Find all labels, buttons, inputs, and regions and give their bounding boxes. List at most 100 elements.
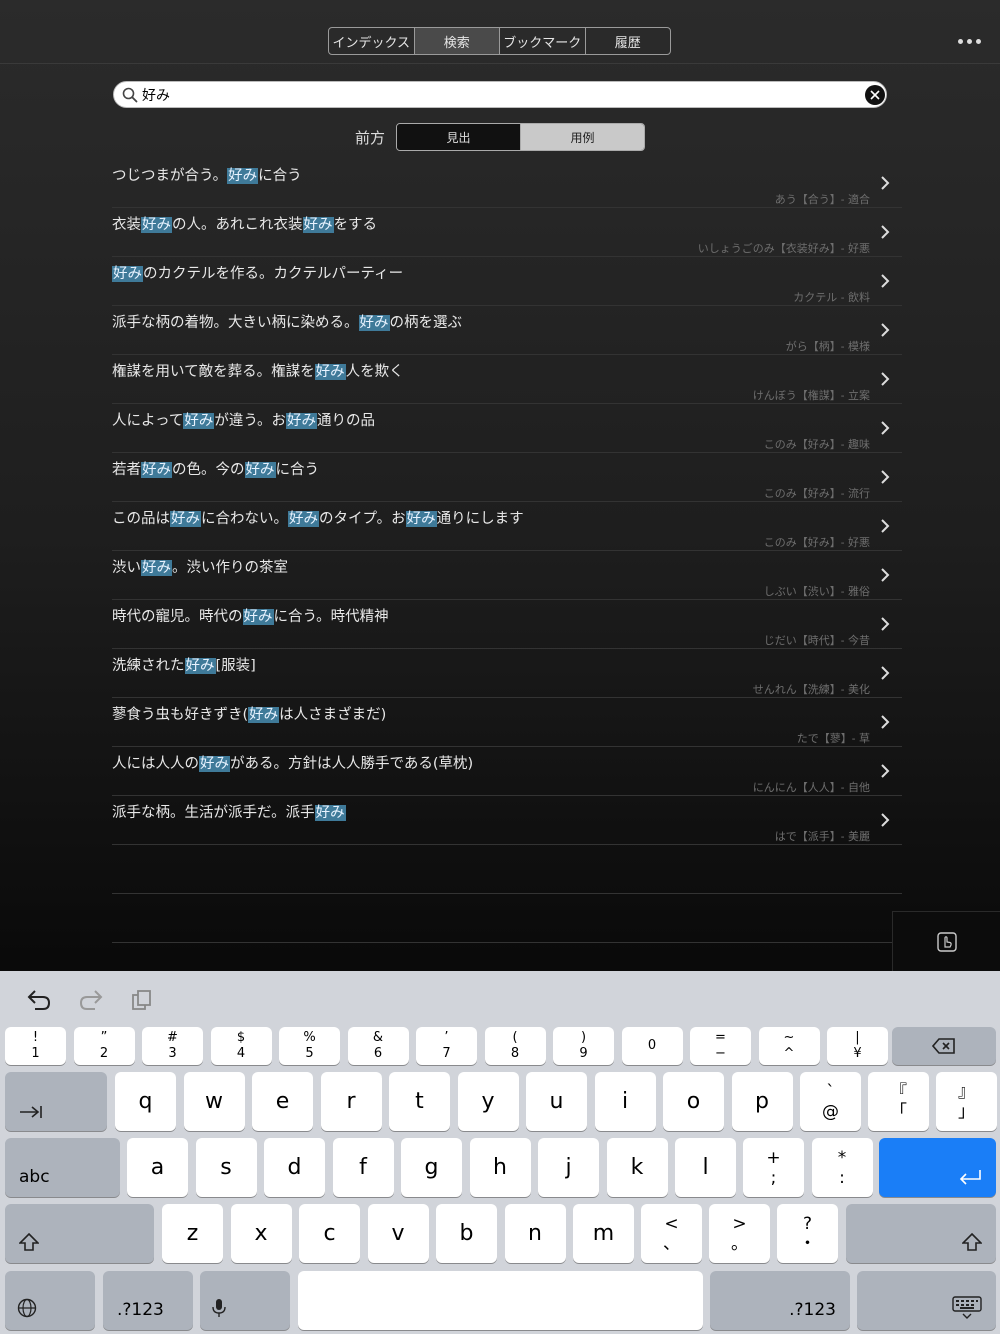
entry-source: じだい【時代】- 今昔 (763, 634, 870, 647)
key-j[interactable]: j (538, 1138, 599, 1197)
result-row[interactable]: つじつまが合う。好みに合う あう【合う】- 適合 (112, 159, 902, 208)
key-label: − (715, 1046, 726, 1061)
key-z-extra-0[interactable]: <、 (641, 1204, 702, 1263)
mode-headword[interactable]: 見出 (397, 124, 521, 150)
redo-icon[interactable] (78, 989, 104, 1011)
key-label: 『 (890, 1081, 907, 1102)
space-key[interactable] (298, 1271, 703, 1330)
key-q[interactable]: q (115, 1072, 176, 1131)
abc-key[interactable]: abc (5, 1138, 120, 1197)
tab-history[interactable]: 履歴 (586, 28, 671, 54)
result-row[interactable]: 派手な柄。生活が派手だ。派手好み はで【派手】- 美麗 (112, 796, 902, 845)
key-f[interactable]: f (332, 1138, 394, 1197)
key-z[interactable]: z (162, 1204, 223, 1263)
key-n[interactable]: n (504, 1204, 566, 1263)
key-u[interactable]: u (526, 1072, 587, 1131)
match-highlight: 好み (244, 462, 276, 478)
tab-index[interactable]: インデックス (329, 28, 415, 54)
touch-mode-button[interactable] (892, 911, 1000, 971)
key-num-9[interactable]: 0 (621, 1027, 683, 1065)
tab-bookmark[interactable]: ブックマーク (500, 28, 586, 54)
key-k[interactable]: k (606, 1138, 668, 1197)
result-row[interactable]: 時代の寵児。時代の好みに合う。時代精神 じだい【時代】- 今昔 (112, 600, 902, 649)
tab-search[interactable]: 検索 (414, 28, 500, 54)
key-s[interactable]: s (195, 1138, 257, 1197)
key-e[interactable]: e (252, 1072, 313, 1131)
key-label: u (549, 1089, 564, 1114)
key-label: 4 (236, 1046, 246, 1061)
result-row[interactable]: 人には人人の好みがある。方針は人人勝手である(草枕) にんにん【人人】- 自他 (112, 747, 902, 796)
key-num-6[interactable]: ’ 7 (416, 1027, 477, 1065)
key-label: * (837, 1147, 847, 1168)
key-num-7[interactable]: (8 (484, 1027, 546, 1065)
chevron-right-icon (881, 274, 890, 288)
key-c[interactable]: c (299, 1204, 360, 1263)
key-r[interactable]: r (320, 1072, 382, 1131)
dictation-key[interactable] (200, 1271, 290, 1330)
shift-key-right[interactable] (846, 1204, 996, 1263)
numbers-key-right[interactable]: .?123 (710, 1271, 850, 1330)
result-row[interactable]: 若者好みの色。今の好みに合う このみ【好み】- 流行 (112, 453, 902, 502)
key-num-3[interactable]: $4 (210, 1027, 272, 1065)
mode-example[interactable]: 用例 (521, 124, 644, 150)
key-a[interactable]: a (127, 1138, 188, 1197)
key-a-extra-0[interactable]: +; (743, 1138, 804, 1197)
hide-keyboard-key[interactable] (857, 1271, 996, 1330)
key-x[interactable]: x (230, 1204, 292, 1263)
delete-key[interactable] (892, 1027, 996, 1065)
key-b[interactable]: b (436, 1204, 497, 1263)
result-row[interactable]: 渋い好み。渋い作りの茶室 しぶい【渋い】- 雅俗 (112, 551, 902, 600)
key-num-2[interactable]: #3 (142, 1027, 203, 1065)
shift-key-left[interactable] (5, 1204, 154, 1263)
key-a-extra-1[interactable]: *: (811, 1138, 873, 1197)
key-h[interactable]: h (469, 1138, 531, 1197)
result-row[interactable]: 衣装好みの人。あれこれ衣装好みをする いしょうごのみ【衣装好み】- 好悪 (112, 208, 902, 257)
key-t[interactable]: t (389, 1072, 450, 1131)
key-label: 「 (890, 1101, 907, 1122)
result-row[interactable]: この品は好みに合わない。好みのタイプ。お好み通りにします このみ【好み】- 好悪 (112, 502, 902, 551)
example-text: この品は好みに合わない。好みのタイプ。お好み通りにします (112, 507, 524, 528)
key-q-extra-1[interactable]: 『「 (868, 1072, 929, 1131)
key-num-1[interactable]: ” 2 (73, 1027, 135, 1065)
result-row[interactable]: 洗練された好み[服装] せんれん【洗練】- 美化 (112, 649, 902, 698)
result-row[interactable]: 派手な柄の着物。大きい柄に染める。好みの柄を選ぶ がら【柄】- 模様 (112, 306, 902, 355)
return-key[interactable] (879, 1138, 996, 1197)
key-q-extra-0[interactable]: ` @ (800, 1072, 861, 1131)
key-v[interactable]: v (367, 1204, 429, 1263)
key-g[interactable]: g (401, 1138, 462, 1197)
result-row[interactable]: 権謀を用いて敵を葬る。権謀を好み人を欺く けんぼう【権謀】- 立案 (112, 355, 902, 404)
result-row[interactable]: 人によって好みが違う。お好み通りの品 このみ【好み】- 趣味 (112, 404, 902, 453)
key-num-11[interactable]: ~ ^ (758, 1027, 820, 1065)
key-d[interactable]: d (264, 1138, 325, 1197)
entry-source: カクテル - 飲料 (793, 291, 870, 304)
key-m[interactable]: m (573, 1204, 634, 1263)
key-w[interactable]: w (183, 1072, 245, 1131)
tab-key[interactable] (5, 1072, 107, 1131)
key-label: 、 (663, 1233, 680, 1254)
key-i[interactable]: i (594, 1072, 656, 1131)
numbers-key-left[interactable]: .?123 (103, 1271, 193, 1330)
clear-search-button[interactable] (865, 85, 885, 105)
key-l[interactable]: l (675, 1138, 736, 1197)
key-num-5[interactable]: & 6 (347, 1027, 409, 1065)
key-z-extra-2[interactable]: ? ・ (777, 1204, 838, 1263)
key-z-extra-1[interactable]: >。 (709, 1204, 770, 1263)
key-num-8[interactable]: ) 9 (553, 1027, 614, 1065)
result-row[interactable]: 好みのカクテルを作る。カクテルパーティー カクテル - 飲料 (112, 257, 902, 306)
result-row[interactable]: 蓼食う虫も好きずき(好みは人さまざまだ) たで【蓼】- 草 (112, 698, 902, 747)
key-o[interactable]: o (663, 1072, 724, 1131)
search-input[interactable] (142, 84, 842, 106)
key-num-0[interactable]: ! 1 (5, 1027, 66, 1065)
key-num-12[interactable]: | ¥ (827, 1027, 888, 1065)
key-num-10[interactable]: = − (690, 1027, 751, 1065)
more-icon[interactable] (952, 30, 986, 52)
key-q-extra-2[interactable]: 』」 (936, 1072, 997, 1131)
undo-icon[interactable] (26, 989, 52, 1011)
search-mode-segment: 見出 用例 (396, 123, 645, 151)
key-y[interactable]: y (457, 1072, 519, 1131)
globe-key[interactable] (5, 1271, 95, 1330)
paste-icon[interactable] (131, 989, 153, 1011)
key-p[interactable]: p (731, 1072, 793, 1131)
search-bar (113, 81, 887, 108)
key-num-4[interactable]: % 5 (279, 1027, 340, 1065)
